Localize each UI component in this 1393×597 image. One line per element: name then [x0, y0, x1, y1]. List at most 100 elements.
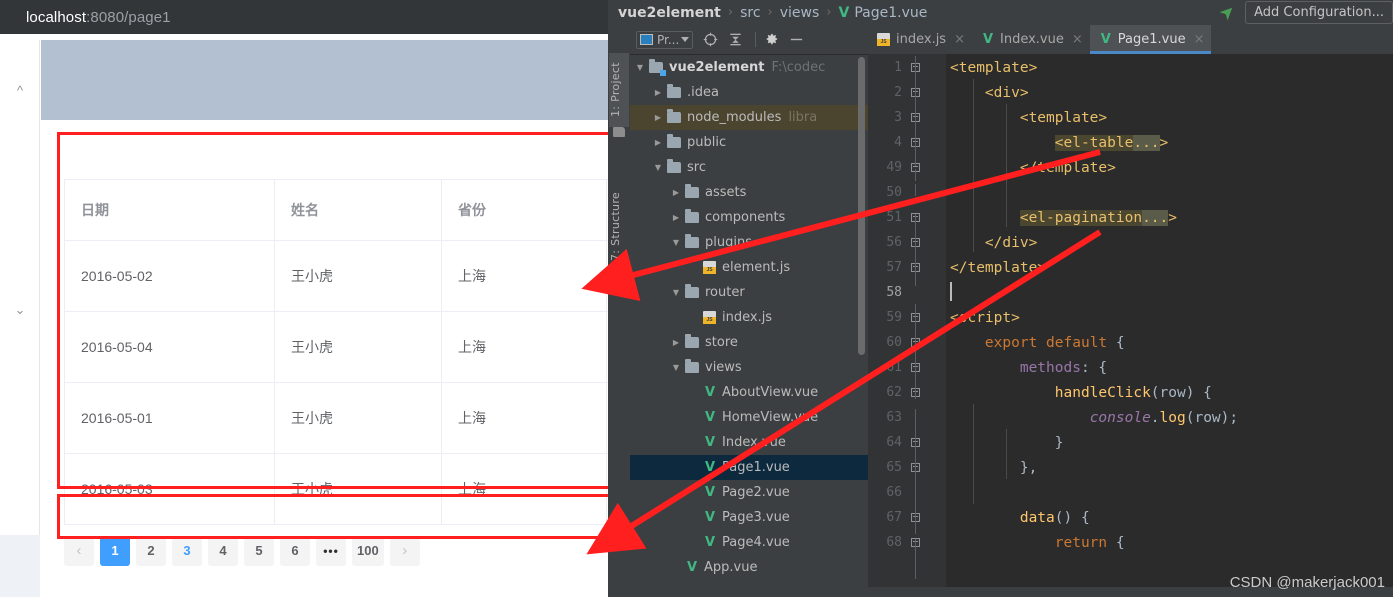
pagination-prev-button[interactable]: ‹ — [64, 536, 94, 566]
chevron-down-icon[interactable]: ⌄ — [0, 300, 40, 320]
tree-item-router[interactable]: ▼ router — [630, 280, 868, 305]
fold-collapse-icon[interactable] — [911, 463, 922, 474]
twisty-closed-icon[interactable]: ▶ — [670, 212, 682, 224]
tree-item--idea[interactable]: ▶ .idea — [630, 80, 868, 105]
column-header-name[interactable]: 姓名 — [274, 180, 442, 241]
code-line[interactable]: </template> — [950, 256, 1046, 281]
fold-collapse-icon[interactable] — [911, 163, 922, 174]
twisty-open-icon[interactable]: ▼ — [652, 162, 664, 174]
tool-tab-project[interactable]: 1: Project — [609, 53, 629, 127]
breadcrumb-project[interactable]: vue2element — [618, 5, 721, 21]
breadcrumb[interactable]: vue2element › src › views › V Page1.vue — [618, 5, 927, 21]
project-tree-scrollbar[interactable] — [858, 57, 865, 355]
fold-collapse-icon[interactable] — [911, 513, 922, 524]
tree-item-vue2element[interactable]: ▼ vue2element F:\codec — [630, 55, 868, 80]
column-header-date[interactable]: 日期 — [64, 180, 275, 241]
code-line[interactable]: <template> — [950, 56, 1037, 81]
code-line[interactable]: </template> — [950, 156, 1116, 181]
code-line[interactable]: export default { — [950, 331, 1125, 356]
twisty-closed-icon[interactable]: ▶ — [670, 187, 682, 199]
breadcrumb-views[interactable]: views — [780, 5, 820, 21]
app-sidebar[interactable]: ^ ⌄ — [0, 40, 40, 535]
breadcrumb-src[interactable]: src — [740, 5, 760, 21]
twisty-open-icon[interactable]: ▼ — [670, 237, 682, 249]
code-line[interactable]: }, — [950, 456, 1037, 481]
chevron-up-icon[interactable]: ^ — [0, 80, 40, 100]
tree-item-views[interactable]: ▼ views — [630, 355, 868, 380]
fold-collapse-icon[interactable] — [911, 263, 922, 274]
fold-expand-icon[interactable] — [911, 213, 922, 224]
table-row[interactable]: 2016-05-04 王小虎 上海 普陀区 — [64, 311, 608, 383]
fold-collapse-icon[interactable] — [911, 438, 922, 449]
fold-collapse-icon[interactable] — [911, 538, 922, 549]
twisty-open-icon[interactable]: ▼ — [634, 62, 646, 74]
pagination-page-4[interactable]: 4 — [208, 536, 238, 566]
tree-item-components[interactable]: ▶ components — [630, 205, 868, 230]
code-line[interactable]: console.log(row); — [950, 406, 1238, 431]
tree-item-homeview-vue[interactable]: V HomeView.vue — [630, 405, 868, 430]
pagination-page-6[interactable]: 6 — [280, 536, 310, 566]
twisty-closed-icon[interactable]: ▶ — [652, 137, 664, 149]
table-row[interactable]: 2016-05-01 王小虎 上海 普陀区 — [64, 382, 608, 454]
tree-item-assets[interactable]: ▶ assets — [630, 180, 868, 205]
pagination[interactable]: ‹ 1 2 3 4 5 6 ••• 100 › — [64, 532, 420, 570]
fold-collapse-icon[interactable] — [911, 88, 922, 99]
close-icon[interactable]: × — [1072, 32, 1083, 47]
add-configuration-button[interactable]: Add Configuration... — [1245, 1, 1393, 24]
tree-item-app-vue[interactable]: V App.vue — [630, 555, 868, 580]
code-line[interactable]: <div> — [950, 81, 1029, 106]
tree-item-page1-vue[interactable]: V Page1.vue — [630, 455, 868, 480]
minimize-icon[interactable] — [789, 32, 804, 47]
breadcrumb-file[interactable]: Page1.vue — [854, 5, 927, 21]
code-line[interactable]: return { — [950, 531, 1125, 556]
tree-item-plugins[interactable]: ▼ plugins — [630, 230, 868, 255]
fold-collapse-icon[interactable] — [911, 238, 922, 249]
fold-collapse-icon[interactable] — [911, 388, 922, 399]
tree-item-index-vue[interactable]: V Index.vue — [630, 430, 868, 455]
pagination-page-5[interactable]: 5 — [244, 536, 274, 566]
collapse-all-icon[interactable] — [728, 32, 743, 47]
table-row[interactable]: 2016-05-02 王小虎 上海 普陀区 — [64, 240, 608, 312]
twisty-closed-icon[interactable]: ▶ — [670, 337, 682, 349]
code-line[interactable]: } — [950, 431, 1064, 456]
code-line[interactable]: <script> — [950, 306, 1020, 331]
twisty-closed-icon[interactable]: ▶ — [652, 112, 664, 124]
pagination-page-3[interactable]: 3 — [172, 536, 202, 566]
fold-collapse-icon[interactable] — [911, 338, 922, 349]
editor-tab-index-js[interactable]: index.js × — [868, 25, 972, 54]
pagination-last-page[interactable]: 100 — [352, 536, 384, 566]
editor-tab-index-vue[interactable]: V Index.vue × — [972, 25, 1090, 54]
run-arrow-icon[interactable]: ➤ — [1215, 0, 1241, 25]
crosshair-icon[interactable] — [703, 32, 718, 47]
table-row[interactable]: 2016-05-03 王小虎 上海 普陀区 — [64, 453, 608, 525]
editor-tab-page1-vue[interactable]: V Page1.vue × — [1089, 25, 1212, 54]
code-line[interactable]: <template> — [950, 106, 1107, 131]
pagination-ellipsis[interactable]: ••• — [316, 536, 346, 566]
close-icon[interactable]: × — [1194, 32, 1205, 47]
code-line[interactable]: </div> — [950, 231, 1037, 256]
fold-collapse-icon[interactable] — [911, 313, 922, 324]
tree-item-node-modules[interactable]: ▶ node_modules libra — [630, 105, 868, 130]
fold-expand-icon[interactable] — [911, 138, 922, 149]
pagination-page-1[interactable]: 1 — [100, 536, 130, 566]
gear-icon[interactable] — [764, 32, 779, 47]
tree-item-page4-vue[interactable]: V Page4.vue — [630, 530, 868, 555]
code-line[interactable]: data() { — [950, 506, 1090, 531]
tree-item-src[interactable]: ▼ src — [630, 155, 868, 180]
tree-item-aboutview-vue[interactable]: V AboutView.vue — [630, 380, 868, 405]
tree-item-index-js[interactable]: index.js — [630, 305, 868, 330]
browser-url-bar[interactable]: localhost:8080/page1 — [0, 0, 608, 34]
code-line[interactable]: methods: { — [950, 356, 1107, 381]
tree-item-page2-vue[interactable]: V Page2.vue — [630, 480, 868, 505]
code-line[interactable]: <el-table...> — [950, 131, 1168, 156]
fold-collapse-icon[interactable] — [911, 113, 922, 124]
editor-code-area[interactable]: <template> <div> <template> <el-table...… — [946, 54, 1393, 597]
tree-item-public[interactable]: ▶ public — [630, 130, 868, 155]
twisty-open-icon[interactable]: ▼ — [670, 287, 682, 299]
code-line[interactable]: handleClick(row) { — [950, 381, 1212, 406]
fold-collapse-icon[interactable] — [911, 63, 922, 74]
fold-collapse-icon[interactable] — [911, 363, 922, 374]
tool-tab-structure[interactable]: 7: Structure — [609, 185, 629, 269]
tree-item-page3-vue[interactable]: V Page3.vue — [630, 505, 868, 530]
close-icon[interactable]: × — [954, 32, 965, 47]
